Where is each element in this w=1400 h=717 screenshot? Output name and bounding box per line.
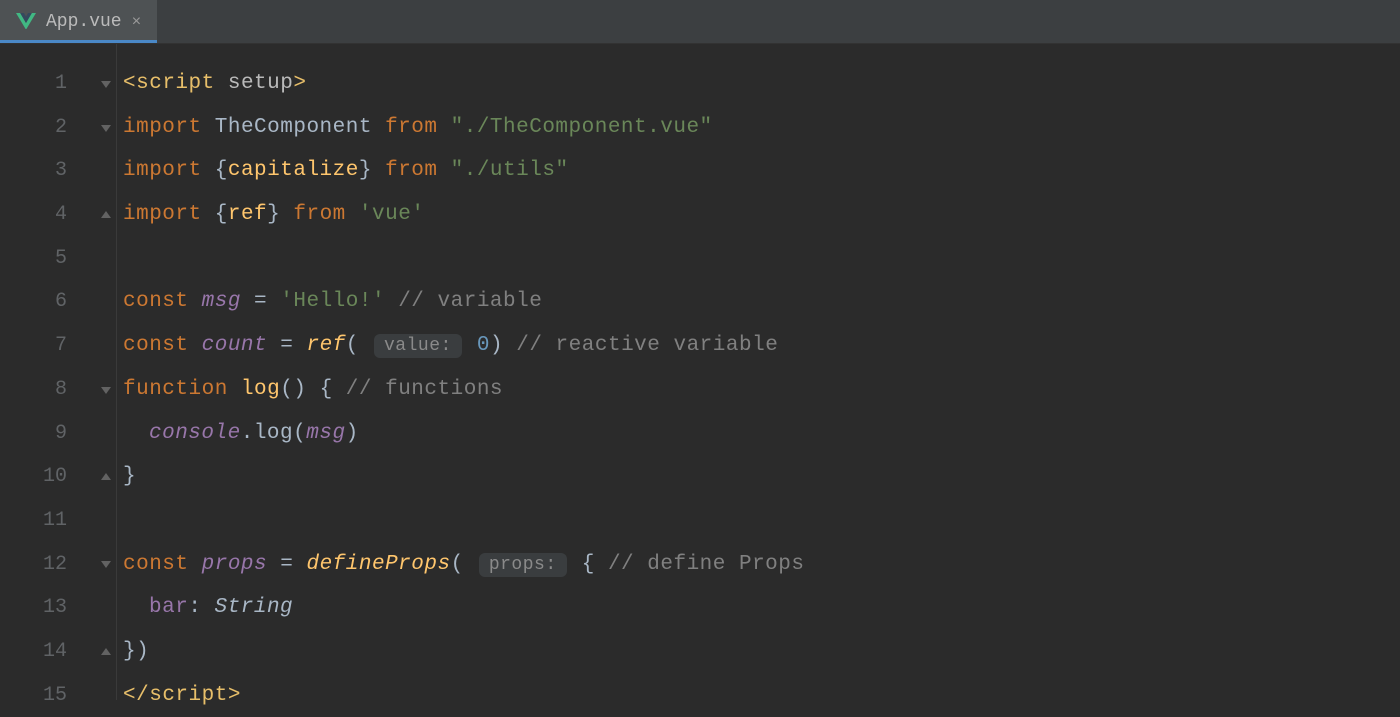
fold-marker: [95, 324, 116, 368]
editor-tab-app-vue[interactable]: App.vue ×: [0, 0, 157, 43]
code-line[interactable]: const props = defineProps( props: { // d…: [123, 543, 1400, 587]
code-area[interactable]: <script setup> import TheComponent from …: [117, 44, 1400, 700]
code-line[interactable]: import {capitalize} from "./utils": [123, 149, 1400, 193]
fold-marker[interactable]: [95, 106, 116, 150]
line-number: 14: [0, 630, 95, 674]
fold-marker: [95, 280, 116, 324]
vue-file-icon: [16, 13, 36, 31]
code-line[interactable]: </script>: [123, 674, 1400, 717]
line-number: 13: [0, 586, 95, 630]
code-line[interactable]: function log() { // functions: [123, 368, 1400, 412]
line-number: 7: [0, 324, 95, 368]
fold-marker: [95, 674, 116, 717]
line-number-gutter: 1 2 3 4 5 6 7 8 9 10 11 12 13 14 15: [0, 44, 95, 700]
line-number: 9: [0, 412, 95, 456]
line-number: 6: [0, 280, 95, 324]
line-number: 12: [0, 543, 95, 587]
fold-marker: [95, 412, 116, 456]
fold-marker: [95, 586, 116, 630]
code-editor[interactable]: 1 2 3 4 5 6 7 8 9 10 11 12 13 14 15 <scr…: [0, 44, 1400, 700]
fold-marker[interactable]: [95, 368, 116, 412]
code-line[interactable]: import TheComponent from "./TheComponent…: [123, 106, 1400, 150]
fold-marker: [95, 149, 116, 193]
code-line[interactable]: import {ref} from 'vue': [123, 193, 1400, 237]
close-icon[interactable]: ×: [132, 13, 142, 31]
tab-bar: App.vue ×: [0, 0, 1400, 44]
fold-marker[interactable]: [95, 630, 116, 674]
code-line[interactable]: const count = ref( value: 0) // reactive…: [123, 324, 1400, 368]
fold-marker[interactable]: [95, 455, 116, 499]
line-number: 15: [0, 674, 95, 717]
code-line[interactable]: }): [123, 630, 1400, 674]
code-line[interactable]: console.log(msg): [123, 412, 1400, 456]
code-line[interactable]: }: [123, 455, 1400, 499]
fold-marker: [95, 237, 116, 281]
inlay-hint: props:: [479, 553, 567, 577]
code-line[interactable]: const msg = 'Hello!' // variable: [123, 280, 1400, 324]
fold-marker: [95, 499, 116, 543]
line-number: 11: [0, 499, 95, 543]
fold-marker[interactable]: [95, 62, 116, 106]
line-number: 8: [0, 368, 95, 412]
line-number: 3: [0, 149, 95, 193]
tab-filename: App.vue: [46, 12, 122, 32]
line-number: 1: [0, 62, 95, 106]
line-number: 5: [0, 237, 95, 281]
code-line[interactable]: [123, 499, 1400, 543]
line-number: 2: [0, 106, 95, 150]
code-line[interactable]: [123, 237, 1400, 281]
line-number: 10: [0, 455, 95, 499]
code-line[interactable]: <script setup>: [123, 62, 1400, 106]
line-number: 4: [0, 193, 95, 237]
code-line[interactable]: bar: String: [123, 586, 1400, 630]
inlay-hint: value:: [374, 334, 462, 358]
fold-marker[interactable]: [95, 543, 116, 587]
fold-column: [95, 44, 117, 700]
fold-marker[interactable]: [95, 193, 116, 237]
